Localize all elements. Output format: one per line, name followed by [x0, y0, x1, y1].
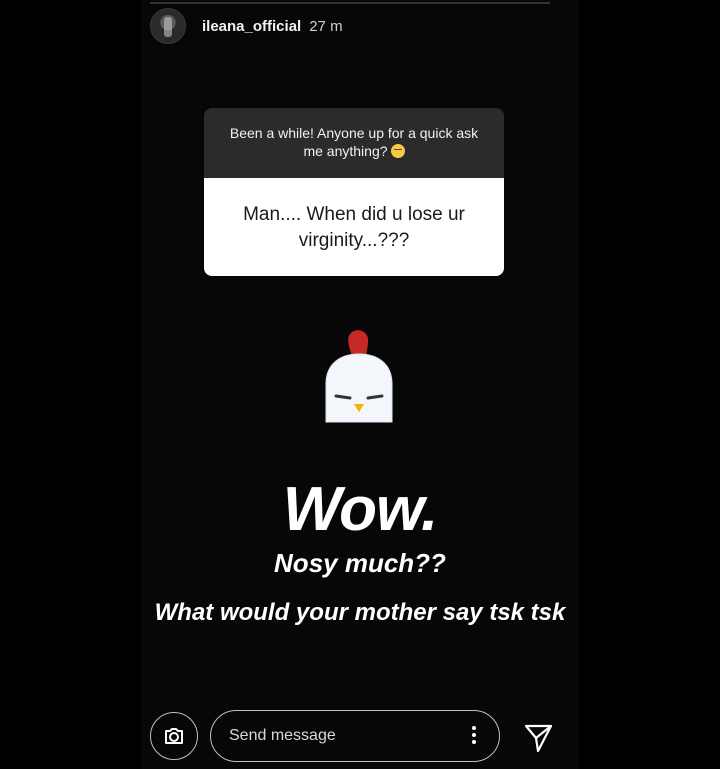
- overlay-text-line1: Nosy much??: [274, 548, 446, 578]
- chicken-icon: [325, 330, 393, 423]
- story-timestamp: 27 m: [309, 17, 343, 35]
- send-message-input[interactable]: Send message: [210, 710, 500, 762]
- question-response: Man.... When did u lose ur virginity...?…: [243, 204, 465, 251]
- username[interactable]: ileana_official: [202, 18, 301, 35]
- headline-text: Wow.: [282, 475, 438, 544]
- story-progress-bar: [150, 2, 550, 4]
- more-vertical-icon[interactable]: [469, 725, 479, 745]
- avatar[interactable]: [150, 8, 186, 44]
- story-header: ileana_official 27 m: [150, 8, 343, 44]
- question-sticker: Been a while! Anyone up for a quick ask …: [204, 108, 504, 276]
- overlay-text-line2: What would your mother say tsk tsk: [154, 599, 566, 626]
- send-icon[interactable]: [520, 720, 556, 756]
- send-message-placeholder: Send message: [229, 727, 336, 744]
- camera-icon: [165, 728, 183, 744]
- question-prompt: Been a while! Anyone up for a quick ask …: [229, 125, 479, 159]
- reply-bar: Send message: [142, 706, 578, 766]
- camera-button[interactable]: [150, 712, 198, 760]
- question-prompt-area: Been a while! Anyone up for a quick ask …: [204, 108, 504, 178]
- story-viewer: ileana_official 27 m Been a while! Anyon…: [0, 0, 720, 769]
- question-response-area: Man.... When did u lose ur virginity...?…: [204, 178, 504, 276]
- relieved-face-icon: [390, 144, 405, 158]
